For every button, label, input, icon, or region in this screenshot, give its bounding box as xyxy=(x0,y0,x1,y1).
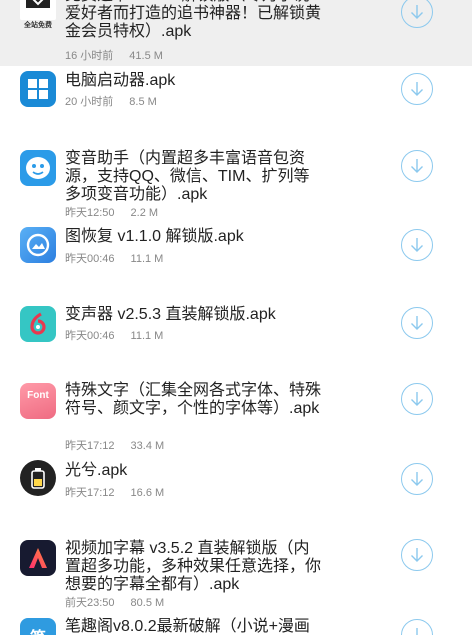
download-arrow-icon xyxy=(411,5,423,19)
photo-recovery-icon xyxy=(20,227,56,263)
item-title[interactable]: 特殊文字（汇集全网各式字体、特殊符号、颜文字，个性的字体等）.apk xyxy=(65,382,323,418)
download-arrow-icon xyxy=(411,472,423,486)
item-title[interactable]: 电脑启动器.apk xyxy=(65,72,323,90)
download-arrow-icon xyxy=(411,82,423,96)
biquge-icon: 笔 xyxy=(20,618,56,635)
item-meta: 20 小时前 8.5 M xyxy=(65,93,157,109)
download-button[interactable] xyxy=(401,383,433,415)
item-time: 昨天12:50 xyxy=(65,207,115,219)
item-meta: 昨天12:50 2.2 M xyxy=(65,204,158,220)
download-arrow-icon xyxy=(411,392,423,406)
download-button[interactable] xyxy=(401,307,433,339)
icon-caption: 全站免费 xyxy=(24,22,52,29)
list-item[interactable]: Font 特殊文字（汇集全网各式字体、特殊符号、颜文字，个性的字体等）.apk … xyxy=(0,382,472,460)
item-time: 昨天17:12 xyxy=(65,487,115,499)
download-arrow-icon xyxy=(411,238,423,252)
list-item[interactable]: 图恢复 v1.1.0 解锁版.apk 昨天00:46 11.1 M xyxy=(0,226,472,306)
icon-caption: Font xyxy=(27,389,49,401)
item-size: 11.1 M xyxy=(130,330,164,342)
voice-changer-icon xyxy=(20,150,56,186)
item-title[interactable]: 变音助手（内置超多丰富语音包资源，支持QQ、微信、TIM、扩列等多项变音功能）.… xyxy=(65,150,323,204)
item-size: 16.6 M xyxy=(130,487,165,499)
zhuishu-logo-icon xyxy=(20,0,56,20)
item-time: 昨天17:12 xyxy=(65,440,115,452)
icon-caption: 笔 xyxy=(30,624,46,635)
battery-app-icon xyxy=(20,460,56,496)
video-subtitle-icon xyxy=(20,540,56,576)
download-button[interactable] xyxy=(401,0,433,28)
windows-launcher-icon xyxy=(20,71,56,107)
list-item[interactable]: 笔 笔趣阁v8.0.2最新破解（小说+漫画 xyxy=(0,616,472,635)
item-meta: 昨天00:46 11.1 M xyxy=(65,250,163,266)
item-size: 8.5 M xyxy=(129,96,157,108)
download-arrow-icon xyxy=(411,548,423,562)
item-size: 80.5 M xyxy=(130,597,165,609)
list-item[interactable]: 变声器 v2.5.3 直装解锁版.apk 昨天00:46 11.1 M xyxy=(0,306,472,382)
item-meta: 16 小时前 41.5 M xyxy=(65,47,163,63)
list-item[interactable]: 变音助手（内置超多丰富语音包资源，支持QQ、微信、TIM、扩列等多项变音功能）.… xyxy=(0,150,472,226)
download-button[interactable] xyxy=(401,539,433,571)
item-meta: 昨天17:12 33.4 M xyxy=(65,437,164,453)
list-item[interactable]: 视频加字幕 v3.5.2 直装解锁版（内置超多功能，多种效果任意选择，你想要的字… xyxy=(0,538,472,616)
item-title[interactable]: 变声器 v2.5.3 直装解锁版.apk xyxy=(65,306,323,324)
download-arrow-icon xyxy=(416,628,418,635)
item-title[interactable]: 笔趣阁v8.0.2最新破解（小说+漫画 xyxy=(65,618,365,635)
item-size: 41.5 M xyxy=(129,50,163,62)
voice-changer-6-icon xyxy=(20,306,56,342)
item-meta: 昨天17:12 16.6 M xyxy=(65,484,164,500)
download-button[interactable] xyxy=(401,619,433,635)
download-button[interactable] xyxy=(401,463,433,495)
download-button[interactable] xyxy=(401,73,433,105)
download-button[interactable] xyxy=(401,229,433,261)
item-meta: 昨天00:46 11.1 M xyxy=(65,327,163,343)
item-time: 昨天00:46 xyxy=(65,253,115,265)
item-title[interactable]: 免费追书 v7.6.0 解锁版（专为小说爱好者而打造的追书神器！已解锁黄金会员特… xyxy=(65,0,323,41)
item-size: 2.2 M xyxy=(130,207,159,219)
item-title[interactable]: 光兮.apk xyxy=(65,462,323,480)
item-meta: 前天23:50 80.5 M xyxy=(65,594,164,610)
download-arrow-icon xyxy=(411,316,423,330)
item-time: 16 小时前 xyxy=(65,50,114,62)
item-size: 33.4 M xyxy=(130,440,165,452)
list-item[interactable]: 电脑启动器.apk 20 小时前 8.5 M xyxy=(0,66,472,150)
item-title[interactable]: 视频加字幕 v3.5.2 直装解锁版（内置超多功能，多种效果任意选择，你想要的字… xyxy=(65,540,323,594)
item-time: 昨天00:46 xyxy=(65,330,115,342)
list-item[interactable]: 光兮.apk 昨天17:12 16.6 M xyxy=(0,460,472,538)
download-arrow-icon xyxy=(411,159,423,173)
list-item[interactable]: 全站免费 免费追书 v7.6.0 解锁版（专为小说爱好者而打造的追书神器！已解锁… xyxy=(0,0,472,66)
item-time: 前天23:50 xyxy=(65,597,115,609)
font-app-icon: Font xyxy=(20,383,56,419)
item-size: 11.1 M xyxy=(130,253,164,265)
item-title[interactable]: 图恢复 v1.1.0 解锁版.apk xyxy=(65,228,323,246)
download-button[interactable] xyxy=(401,150,433,182)
item-time: 20 小时前 xyxy=(65,96,114,108)
